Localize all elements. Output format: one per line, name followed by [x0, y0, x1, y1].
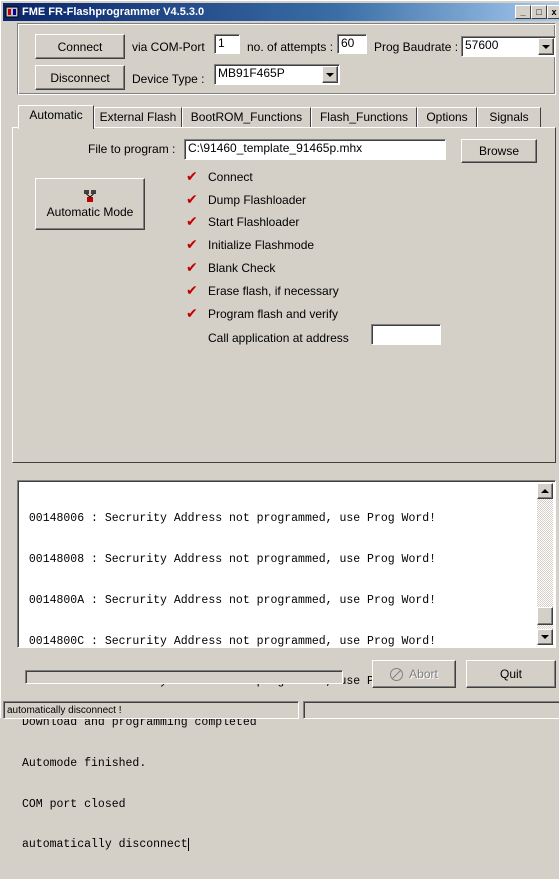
quit-button[interactable]: Quit	[466, 660, 556, 688]
main-window: FME FR-Flashprogrammer V4.5.3.0 _ □ x Co…	[0, 0, 559, 852]
tab-label: External Flash	[99, 110, 177, 124]
step-label: Blank Check	[208, 261, 276, 275]
connect-button[interactable]: Connect	[35, 34, 125, 59]
log-line-text: automatically disconnect	[22, 838, 188, 852]
log-line: 0014800C : Secrurity Address not program…	[22, 634, 437, 648]
disconnect-button[interactable]: Disconnect	[35, 65, 125, 90]
window-title: FME FR-Flashprogrammer V4.5.3.0	[22, 6, 205, 18]
call-app-label: Call application at address	[208, 331, 349, 345]
maximize-button[interactable]: □	[531, 5, 547, 19]
log-scrollbar[interactable]	[537, 483, 553, 645]
log-line: 00148006 : Secrurity Address not program…	[22, 512, 437, 526]
tab-signals[interactable]: Signals	[477, 107, 541, 127]
file-path-input[interactable]: C:\91460_template_91465p.mhx	[184, 139, 446, 160]
browse-button[interactable]: Browse	[461, 139, 537, 163]
minimize-button[interactable]: _	[515, 5, 531, 19]
attempts-label: no. of attempts :	[247, 40, 334, 54]
device-type-dropdown-icon[interactable]	[322, 66, 338, 83]
log-line: 00148008 : Secrurity Address not program…	[22, 552, 437, 566]
check-icon: ✔	[186, 283, 198, 299]
close-button[interactable]: x	[547, 5, 559, 19]
status-panel-main: automatically disconnect !	[3, 701, 299, 719]
step-label: Erase flash, if necessary	[208, 284, 339, 298]
status-panel-secondary	[303, 701, 559, 719]
minimize-icon: _	[520, 7, 526, 17]
tab-flash-functions[interactable]: Flash_Functions	[311, 107, 417, 127]
log-line: automatically disconnect	[22, 838, 535, 852]
check-icon: ✔	[186, 306, 198, 322]
tab-options[interactable]: Options	[417, 107, 477, 127]
tab-bootrom-functions[interactable]: BootROM_Functions	[182, 107, 311, 127]
device-type-label: Device Type :	[132, 72, 205, 86]
baudrate-dropdown-icon[interactable]	[538, 38, 554, 55]
text-cursor	[187, 838, 189, 852]
abort-label: Abort	[409, 667, 438, 681]
tab-label: Options	[426, 110, 468, 124]
check-icon: ✔	[186, 169, 198, 185]
com-port-input[interactable]: 1	[214, 34, 240, 54]
automatic-mode-label: Automatic Mode	[46, 205, 134, 219]
tab-external-flash[interactable]: External Flash	[94, 107, 182, 127]
log-line: COM port closed	[22, 797, 126, 811]
scroll-up-icon[interactable]	[537, 483, 553, 499]
check-icon: ✔	[186, 260, 198, 276]
tab-label: BootROM_Functions	[190, 110, 303, 124]
log-output[interactable]: 00148006 : Secrurity Address not program…	[17, 480, 556, 852]
call-app-address-input[interactable]	[371, 324, 441, 345]
app-icon	[5, 6, 19, 18]
abort-icon	[390, 667, 404, 681]
via-com-port-label: via COM-Port	[132, 40, 205, 54]
automatic-mode-button[interactable]: Automatic Mode	[35, 178, 145, 230]
title-bar[interactable]: FME FR-Flashprogrammer V4.5.3.0 _ □ x	[3, 3, 559, 21]
scroll-down-icon[interactable]	[537, 629, 553, 645]
step-label: Start Flashloader	[208, 215, 300, 229]
log-line: Automode finished.	[22, 756, 147, 770]
close-icon: x	[551, 7, 557, 17]
check-icon: ✔	[186, 237, 198, 253]
step-label: Dump Flashloader	[208, 193, 307, 207]
step-label: Initialize Flashmode	[208, 238, 315, 252]
baudrate-value: 57600	[465, 38, 499, 52]
tab-label: Automatic	[29, 108, 83, 122]
device-type-value: MB91F465P	[218, 66, 285, 80]
tab-label: Signals	[489, 110, 529, 124]
step-label: Connect	[208, 170, 253, 184]
step-label: Program flash and verify	[208, 307, 339, 321]
progress-bar	[25, 670, 343, 684]
abort-button[interactable]: Abort	[372, 660, 456, 688]
tab-automatic[interactable]: Automatic	[18, 105, 94, 129]
network-icon	[84, 190, 96, 202]
check-icon: ✔	[186, 192, 198, 208]
maximize-icon: □	[536, 7, 542, 17]
attempts-input[interactable]: 60	[337, 34, 367, 54]
log-line: 0014800A : Secrurity Address not program…	[22, 593, 437, 607]
check-icon: ✔	[186, 214, 198, 230]
baudrate-label: Prog Baudrate :	[374, 40, 459, 54]
tab-label: Flash_Functions	[319, 110, 409, 124]
scroll-thumb[interactable]	[537, 607, 553, 625]
file-to-program-label: File to program :	[88, 142, 176, 156]
